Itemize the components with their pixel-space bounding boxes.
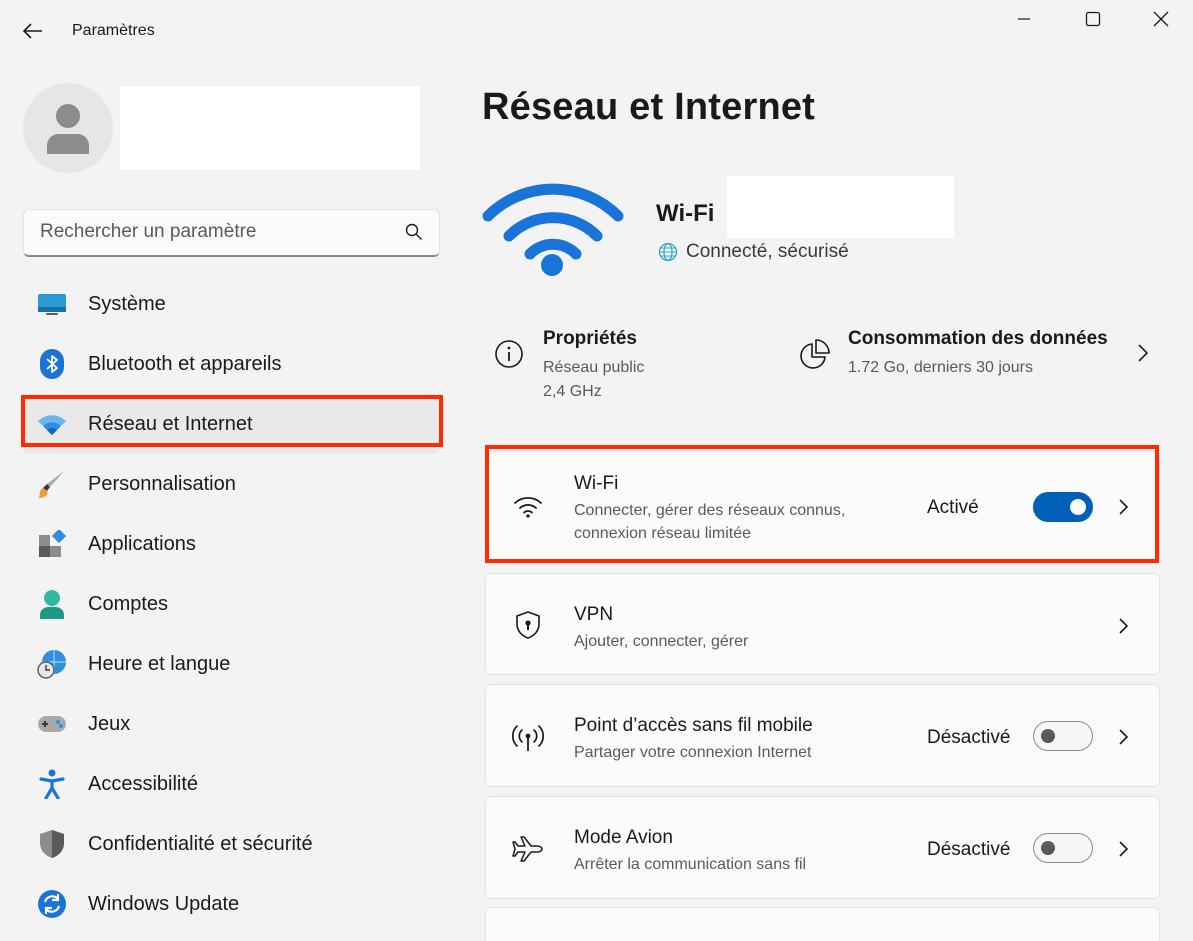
network-ssid-redacted bbox=[727, 176, 954, 238]
sidebar-item-heure[interactable]: Heure et langue bbox=[23, 634, 440, 694]
sidebar-item-personnalisation[interactable]: Personnalisation bbox=[23, 454, 440, 514]
wifi-network-icon bbox=[36, 408, 68, 440]
account-name-redacted bbox=[120, 86, 420, 170]
pie-chart-icon bbox=[800, 339, 830, 369]
connection-status: Connecté, sécurisé bbox=[658, 241, 849, 263]
sidebar-item-jeux[interactable]: Jeux bbox=[23, 694, 440, 754]
hotspot-card[interactable]: Point d’accès sans fil mobile Partager v… bbox=[485, 684, 1160, 787]
vpn-card-subtitle: Ajouter, connecter, gérer bbox=[574, 633, 749, 650]
data-usage-title: Consommation des données bbox=[848, 328, 1108, 349]
maximize-icon bbox=[1085, 11, 1101, 27]
sidebar-item-label: Réseau et Internet bbox=[88, 412, 253, 435]
hotspot-card-subtitle: Partager votre connexion Internet bbox=[574, 744, 812, 761]
vpn-shield-icon bbox=[512, 609, 544, 641]
accessibility-icon bbox=[36, 768, 68, 800]
sidebar-item-bluetooth[interactable]: Bluetooth et appareils bbox=[23, 334, 440, 394]
chevron-right-icon bbox=[1114, 497, 1134, 517]
sidebar-item-label: Windows Update bbox=[88, 892, 240, 915]
bluetooth-icon bbox=[36, 348, 68, 380]
vpn-card[interactable]: VPN Ajouter, connecter, gérer bbox=[485, 573, 1160, 675]
wifi-state-label: Activé bbox=[927, 497, 979, 518]
wifi-card-subtitle-line1: Connecter, gérer des réseaux connus, bbox=[574, 502, 846, 519]
wifi-card[interactable]: Wi-Fi Connecter, gérer des réseaux connu… bbox=[485, 450, 1160, 560]
sidebar-item-accessibilite[interactable]: Accessibilité bbox=[23, 754, 440, 814]
globe-icon bbox=[658, 242, 678, 262]
avatar[interactable] bbox=[23, 83, 113, 173]
sidebar-item-label: Jeux bbox=[88, 712, 131, 735]
next-card-partial[interactable] bbox=[485, 907, 1160, 941]
close-icon bbox=[1153, 11, 1169, 27]
apps-icon bbox=[36, 528, 68, 560]
account-icon bbox=[36, 588, 68, 620]
properties-title: Propriétés bbox=[543, 328, 637, 349]
airplane-icon bbox=[512, 833, 544, 865]
hotspot-state-label: Désactivé bbox=[927, 727, 1011, 748]
wifi-card-subtitle-line2: connexion réseau limitée bbox=[574, 525, 751, 542]
toggle-knob bbox=[1041, 841, 1055, 855]
gamepad-icon bbox=[36, 708, 68, 740]
wifi-icon bbox=[512, 490, 544, 522]
data-usage-subtitle: 1.72 Go, derniers 30 jours bbox=[848, 359, 1033, 376]
windows-update-icon bbox=[36, 888, 68, 920]
clock-globe-icon bbox=[36, 648, 68, 680]
sidebar-item-systeme[interactable]: Système bbox=[23, 274, 440, 334]
sidebar-item-label: Accessibilité bbox=[88, 772, 199, 795]
chevron-right-icon bbox=[1114, 616, 1134, 636]
chevron-right-icon bbox=[1114, 727, 1134, 747]
toggle-knob bbox=[1041, 729, 1055, 743]
minimize-button[interactable] bbox=[1001, 4, 1047, 34]
sidebar-nav: Système Bluetooth et appareils Réseau et… bbox=[23, 274, 440, 934]
system-icon bbox=[36, 288, 68, 320]
properties-network-type: Réseau public bbox=[543, 359, 645, 376]
app-title: Paramètres bbox=[72, 22, 155, 39]
sidebar-item-label: Système bbox=[88, 292, 166, 315]
airplane-mode-card[interactable]: Mode Avion Arrêter la communication sans… bbox=[485, 796, 1160, 899]
hotspot-card-title: Point d’accès sans fil mobile bbox=[574, 715, 813, 736]
page-title: Réseau et Internet bbox=[482, 86, 816, 128]
back-button[interactable] bbox=[16, 14, 50, 48]
sidebar-item-confidentialite[interactable]: Confidentialité et sécurité bbox=[23, 814, 440, 874]
maximize-button[interactable] bbox=[1070, 4, 1116, 34]
info-icon bbox=[495, 340, 523, 368]
search-icon[interactable] bbox=[405, 223, 423, 241]
sidebar-item-reseau[interactable]: Réseau et Internet bbox=[23, 394, 440, 454]
chevron-right-icon bbox=[1114, 839, 1134, 859]
chevron-right-icon bbox=[1138, 344, 1149, 362]
minimize-icon bbox=[1018, 18, 1030, 20]
toggle-knob bbox=[1070, 499, 1086, 515]
sidebar-item-label: Confidentialité et sécurité bbox=[88, 832, 313, 855]
airplane-state-label: Désactivé bbox=[927, 839, 1011, 860]
title-bar: Paramètres bbox=[0, 0, 1193, 64]
connection-status-text: Connecté, sécurisé bbox=[686, 241, 849, 262]
airplane-card-title: Mode Avion bbox=[574, 827, 673, 848]
sidebar-item-label: Personnalisation bbox=[88, 472, 236, 495]
sidebar-item-label: Heure et langue bbox=[88, 652, 231, 675]
search-box[interactable] bbox=[23, 209, 440, 257]
close-button[interactable] bbox=[1138, 4, 1184, 34]
connection-name: Wi-Fi bbox=[656, 200, 715, 227]
shield-icon bbox=[36, 828, 68, 860]
airplane-mode-toggle[interactable] bbox=[1033, 833, 1093, 863]
sidebar-item-applications[interactable]: Applications bbox=[23, 514, 440, 574]
hotspot-icon bbox=[512, 723, 544, 755]
paintbrush-icon bbox=[36, 468, 68, 500]
sidebar-item-windows-update[interactable]: Windows Update bbox=[23, 874, 440, 934]
sidebar-item-label: Applications bbox=[88, 532, 196, 555]
wifi-card-title: Wi-Fi bbox=[574, 473, 619, 494]
user-avatar-icon bbox=[47, 104, 89, 154]
search-input[interactable] bbox=[24, 210, 394, 254]
hotspot-toggle[interactable] bbox=[1033, 721, 1093, 751]
vpn-card-title: VPN bbox=[574, 604, 614, 625]
sidebar-item-label: Comptes bbox=[88, 592, 169, 615]
wifi-toggle[interactable] bbox=[1033, 492, 1093, 522]
sidebar-item-comptes[interactable]: Comptes bbox=[23, 574, 440, 634]
properties-band: 2,4 GHz bbox=[543, 383, 602, 400]
airplane-card-subtitle: Arrêter la communication sans fil bbox=[574, 856, 807, 873]
back-arrow-icon bbox=[23, 23, 42, 39]
sidebar-item-label: Bluetooth et appareils bbox=[88, 352, 282, 375]
wifi-signal-icon bbox=[482, 183, 624, 276]
